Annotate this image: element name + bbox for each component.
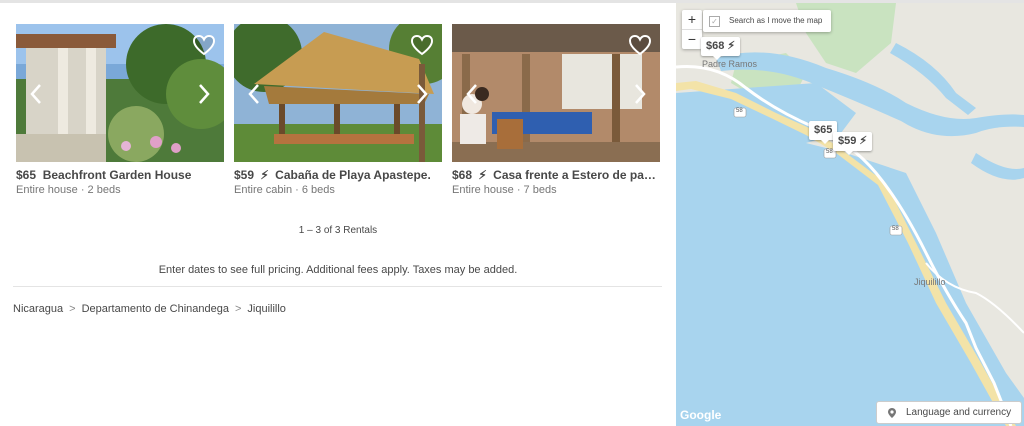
road-marker: 58 — [826, 149, 833, 155]
language-currency-button[interactable]: Language and currency — [876, 401, 1022, 424]
breadcrumb: Nicaragua > Departamento de Chinandega > Jiq… — [13, 303, 286, 315]
chevron-right-icon[interactable] — [414, 82, 430, 106]
breadcrumb-country[interactable]: Nicaragua — [13, 303, 63, 315]
listing-photo[interactable] — [234, 24, 442, 162]
listing-name: Casa frente a Estero de padre Ra... — [493, 168, 660, 182]
listing-card[interactable]: $59 ⚡︎ Cabaña de Playa Apastepe. Entire … — [234, 24, 442, 196]
search-as-move-toggle[interactable]: ✓ Search as I move the map — [703, 10, 831, 32]
road-marker: 58 — [736, 108, 743, 114]
breadcrumb-department[interactable]: Departamento de Chinandega — [82, 303, 229, 315]
instant-book-icon: ⚡︎ — [260, 168, 269, 182]
listing-details: Entire house · 2 beds — [16, 184, 121, 196]
listing-details: Entire cabin · 6 beds — [234, 184, 335, 196]
chevron-right-icon[interactable] — [632, 82, 648, 106]
language-currency-label: Language and currency — [906, 407, 1012, 418]
heart-icon[interactable] — [410, 34, 434, 56]
chevron-right-icon[interactable] — [196, 82, 212, 106]
listing-name: Beachfront Garden House — [42, 168, 192, 182]
road-marker: 58 — [892, 226, 899, 232]
pin-price: $65 — [814, 124, 833, 136]
listing-title[interactable]: $68 ⚡︎ Casa frente a Estero de padre Ra.… — [452, 168, 660, 183]
chevron-left-icon[interactable] — [246, 82, 262, 106]
listings-panel: $65 Beachfront Garden House Entire house… — [0, 3, 676, 426]
breadcrumb-town[interactable]: Jiquilillo — [247, 303, 286, 315]
price-pin[interactable]: $68 ⚡︎ — [701, 37, 741, 60]
section-divider — [13, 286, 662, 287]
listing-price: $65 — [16, 168, 37, 182]
zoom-out-button[interactable]: − — [682, 29, 702, 49]
pagination-summary: 1 – 3 of 3 Rentals — [298, 225, 378, 236]
listing-title[interactable]: $59 ⚡︎ Cabaña de Playa Apastepe. — [234, 168, 442, 183]
listing-price: $59 — [234, 168, 255, 182]
listing-name: Cabaña de Playa Apastepe. — [275, 168, 431, 182]
listing-card[interactable]: $65 Beachfront Garden House Entire house… — [16, 24, 224, 196]
pin-price: $68 — [706, 40, 725, 52]
instant-book-icon: ⚡︎ — [859, 135, 868, 147]
heart-icon[interactable] — [192, 34, 216, 56]
zoom-controls: + − — [682, 10, 702, 49]
instant-book-icon: ⚡︎ — [727, 40, 736, 52]
heart-icon[interactable] — [628, 34, 652, 56]
google-logo: Google — [680, 408, 722, 422]
location-pin-icon — [888, 408, 896, 418]
pricing-note: Enter dates to see full pricing. Additio… — [158, 264, 518, 276]
search-as-move-label: Search as I move the map — [729, 16, 823, 25]
listing-photo[interactable] — [452, 24, 660, 162]
listing-price: $68 — [452, 168, 473, 182]
listing-details: Entire house · 7 beds — [452, 184, 557, 196]
chevron-left-icon[interactable] — [464, 82, 480, 106]
breadcrumb-separator: > — [234, 303, 242, 315]
map-panel[interactable]: 58 58 58 Padre Ramos Jiquilillo + − ✓ Se… — [676, 3, 1024, 426]
listing-title[interactable]: $65 Beachfront Garden House — [16, 168, 224, 183]
breadcrumb-separator: > — [69, 303, 76, 315]
chevron-left-icon[interactable] — [28, 82, 44, 106]
price-pin[interactable]: $59 ⚡︎ — [833, 132, 873, 155]
checkbox-icon[interactable]: ✓ — [709, 16, 720, 27]
listing-card[interactable]: $68 ⚡︎ Casa frente a Estero de padre Ra.… — [452, 24, 660, 196]
zoom-in-button[interactable]: + — [682, 10, 702, 29]
map-place-label: Padre Ramos — [702, 59, 758, 69]
pin-price: $59 — [838, 135, 857, 147]
map-place-label: Jiquilillo — [914, 277, 946, 287]
instant-book-icon: ⚡︎ — [478, 168, 487, 182]
listing-photo[interactable] — [16, 24, 224, 162]
